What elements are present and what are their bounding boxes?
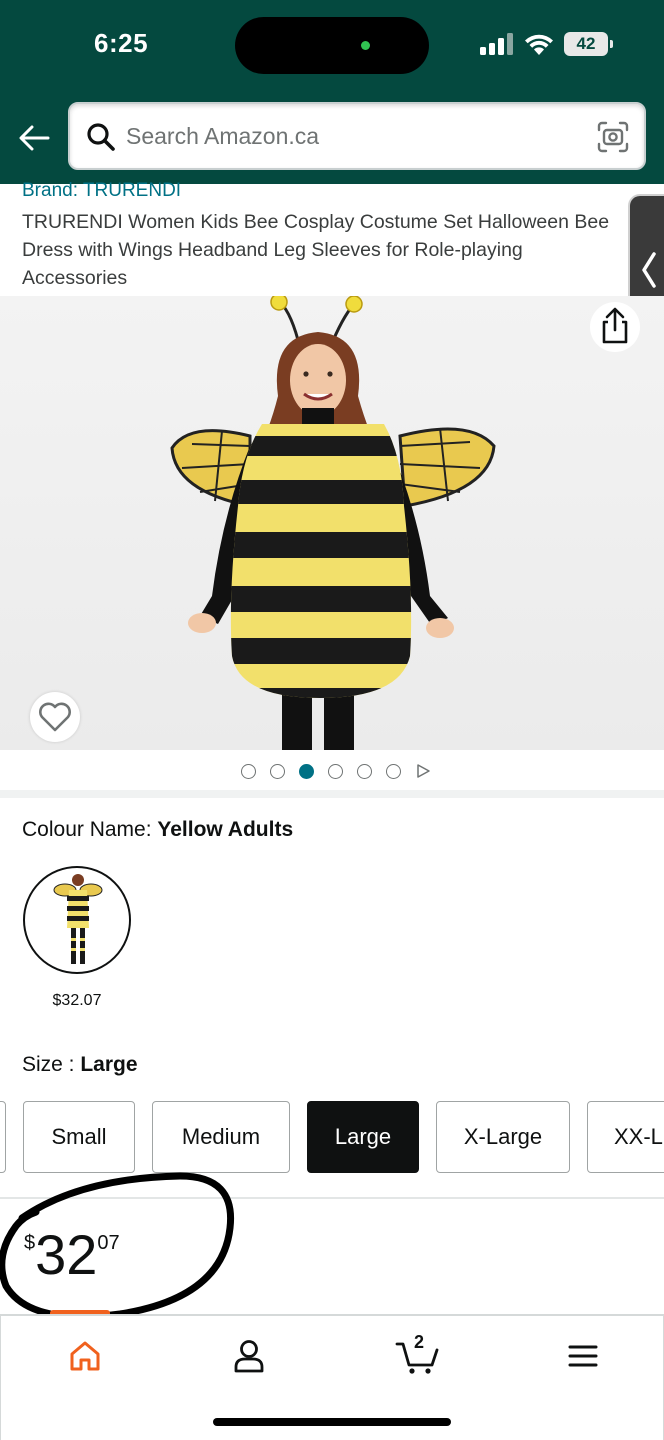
size-option-large[interactable]: Large [307, 1101, 419, 1173]
cart-count-badge: 2 [414, 1332, 425, 1352]
product-image[interactable] [0, 296, 664, 750]
camera-indicator-dot [361, 41, 370, 50]
play-video-icon[interactable] [415, 763, 431, 779]
price-whole: 32 [35, 1223, 98, 1286]
image-carousel-indicator[interactable] [0, 760, 664, 782]
carousel-dot-active[interactable] [299, 763, 314, 779]
size-option-prev-partial[interactable] [0, 1101, 6, 1173]
colour-value: Yellow Adults [157, 818, 294, 841]
nav-account[interactable] [219, 1334, 279, 1378]
wifi-icon [525, 34, 553, 55]
section-divider [0, 1197, 664, 1199]
nav-cart[interactable]: 2 [387, 1332, 447, 1378]
product-title: TRURENDI Women Kids Bee Cosplay Costume … [22, 211, 610, 289]
share-icon [602, 307, 628, 344]
brand-link[interactable]: Brand: TRURENDI [22, 180, 181, 202]
swatch-price: $32.07 [52, 992, 102, 1009]
carousel-dot[interactable] [357, 763, 372, 779]
swatch-thumbnail [53, 874, 103, 964]
account-icon [234, 1340, 264, 1373]
carousel-dot[interactable] [241, 763, 256, 779]
carousel-dot[interactable] [386, 763, 401, 779]
chevron-left-icon [642, 252, 656, 288]
heart-icon [39, 702, 71, 732]
size-option-medium[interactable]: Medium [152, 1101, 290, 1173]
back-arrow-icon[interactable] [16, 120, 52, 156]
size-value: Large [80, 1053, 138, 1076]
price-currency-symbol: $ [24, 1232, 36, 1254]
status-icons: 42 [480, 32, 613, 56]
signal-icon [480, 33, 513, 55]
colour-label-text: Colour Name: [22, 818, 158, 841]
camera-search-icon[interactable] [596, 120, 630, 154]
size-label-text: Size : [22, 1053, 81, 1076]
nav-menu[interactable] [553, 1334, 613, 1378]
share-button[interactable] [590, 302, 640, 352]
price-fraction: 07 [97, 1232, 120, 1254]
colour-name-label: Colour Name: Yellow Adults [22, 818, 293, 842]
size-option-small[interactable]: Small [23, 1101, 135, 1173]
size-options: Small Medium Large X-Large XX-L [0, 1101, 664, 1173]
size-option-x-large[interactable]: X-Large [436, 1101, 570, 1173]
colour-swatch-yellow-adults[interactable] [23, 866, 131, 974]
add-to-wishlist-button[interactable] [30, 692, 80, 742]
search-input[interactable] [126, 118, 566, 154]
product-price: $ 32 07 [24, 1226, 120, 1284]
size-option-xx-large[interactable]: XX-L [587, 1101, 664, 1173]
status-time: 6:25 [94, 28, 149, 58]
carousel-dot[interactable] [270, 763, 285, 779]
dynamic-island [235, 17, 429, 74]
home-icon [70, 1341, 100, 1371]
battery-indicator: 42 [564, 32, 613, 56]
bee-costume-illustration [170, 296, 496, 750]
app-header: 6:25 42 [0, 0, 664, 184]
nav-home[interactable] [55, 1334, 115, 1378]
home-indicator[interactable] [213, 1418, 451, 1426]
section-divider [0, 790, 664, 798]
menu-icon [568, 1345, 598, 1367]
search-bar[interactable] [68, 102, 646, 170]
carousel-dot[interactable] [328, 763, 343, 779]
size-label: Size : Large [22, 1053, 138, 1077]
search-icon [87, 123, 115, 151]
